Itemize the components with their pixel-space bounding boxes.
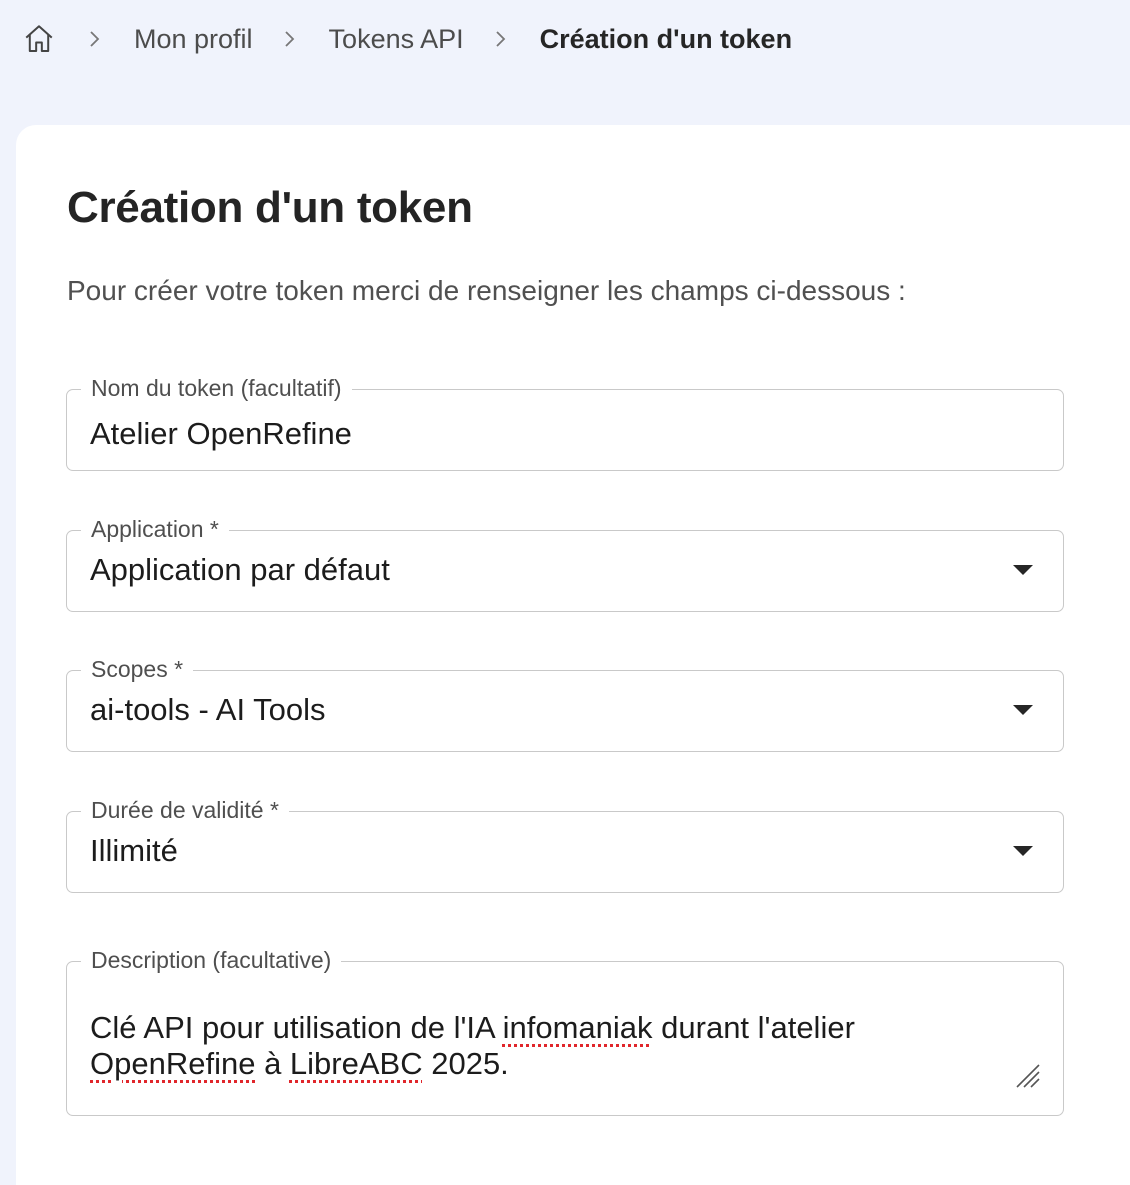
application-label: Application * [81,516,229,542]
spellcheck-word: infomaniak [502,1010,653,1045]
dropdown-arrow-icon[interactable] [1013,565,1033,575]
spellcheck-word: OpenRefine [90,1046,256,1081]
breadcrumb-item-api-tokens[interactable]: Tokens API [329,24,464,55]
scopes-label: Scopes * [81,656,194,682]
chevron-right-icon [494,29,514,49]
dropdown-arrow-icon[interactable] [1013,846,1033,856]
page-subtitle: Pour créer votre token merci de renseign… [67,275,906,306]
page-title: Création d'un token [67,183,473,232]
token-creation-card: Création d'un token Pour créer votre tok… [16,125,1130,1185]
validity-value[interactable]: Illimité [90,833,178,869]
home-icon[interactable] [22,21,58,57]
validity-label: Durée de validité * [81,797,289,823]
spellcheck-word: LibreABC [289,1046,423,1081]
breadcrumb: Mon profil Tokens API Création d'un toke… [0,0,792,78]
dropdown-arrow-icon[interactable] [1013,705,1033,715]
token-name-input[interactable]: Atelier OpenRefine [90,416,352,452]
token-name-field[interactable]: Nom du token (facultatif) Atelier OpenRe… [66,375,1064,471]
token-name-label: Nom du token (facultatif) [81,375,352,401]
application-select[interactable]: Application * Application par défaut [66,516,1064,612]
chevron-right-icon [283,29,303,49]
scopes-value[interactable]: ai-tools - AI Tools [90,692,325,728]
description-text[interactable]: Clé API pour utilisation de l'IA infoman… [90,1010,990,1082]
description-label: Description (facultative) [81,947,342,973]
resize-handle-icon[interactable] [1013,1061,1041,1089]
validity-select[interactable]: Durée de validité * Illimité [66,797,1064,893]
chevron-right-icon [88,29,108,49]
scopes-select[interactable]: Scopes * ai-tools - AI Tools [66,656,1064,752]
breadcrumb-item-profile[interactable]: Mon profil [134,24,253,55]
breadcrumb-item-current: Création d'un token [539,23,793,54]
description-textarea[interactable]: Description (facultative) Clé API pour u… [66,947,1064,1116]
application-value[interactable]: Application par défaut [90,552,390,588]
